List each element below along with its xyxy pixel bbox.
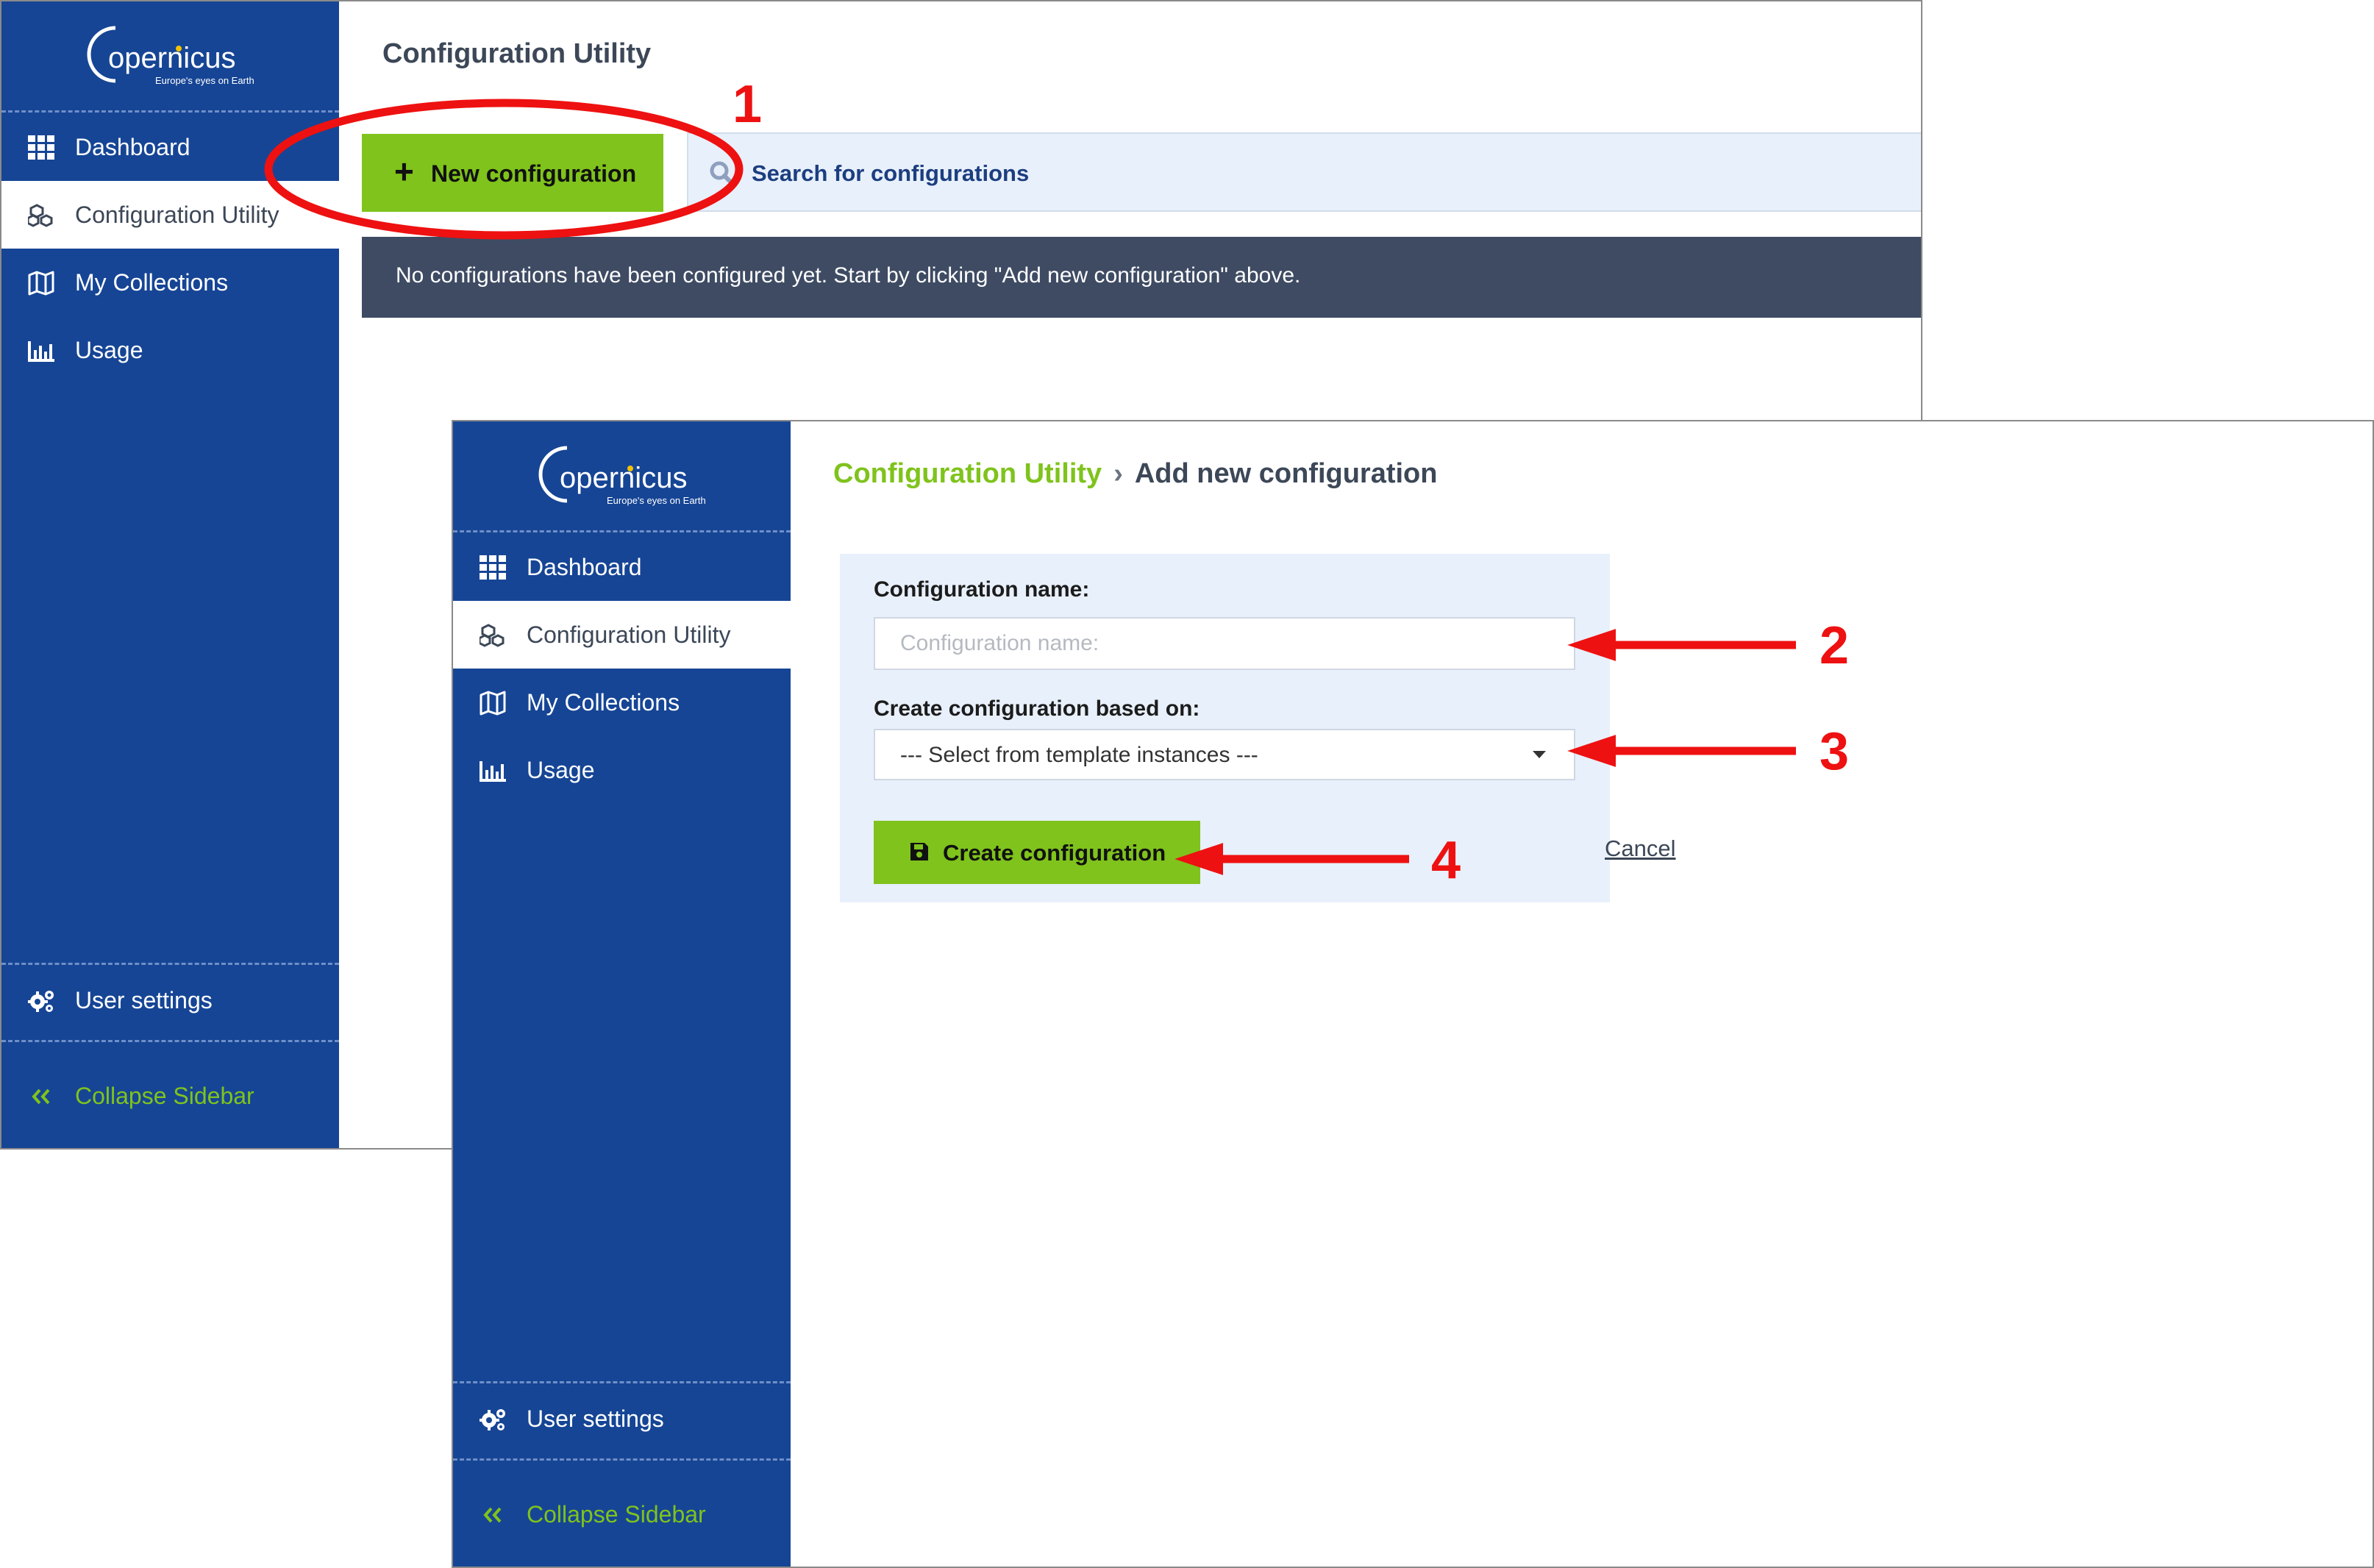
search-icon (710, 161, 734, 185)
double-chevron-left-icon (483, 1507, 502, 1523)
collapse-sidebar-button[interactable]: Collapse Sidebar (453, 1480, 791, 1548)
double-chevron-left-icon (32, 1088, 50, 1105)
sidebar-item-dashboard[interactable]: Dashboard (453, 533, 791, 601)
step-number-4: 4 (1431, 831, 1461, 890)
configuration-name-input[interactable] (874, 617, 1575, 670)
template-select-value: --- Select from template instances --- (900, 743, 1258, 767)
breadcrumb: Configuration Utility › Add new configurat… (833, 458, 1437, 490)
sidebar-item-usage[interactable]: Usage (453, 736, 791, 804)
sidebar-item-label: My Collections (527, 689, 680, 716)
collapse-sidebar-button[interactable]: Collapse Sidebar (1, 1062, 339, 1130)
copernicus-logo: opernicus Europe's eyes on Earth (1, 1, 339, 113)
collapse-sidebar-label: Collapse Sidebar (75, 1083, 254, 1109)
add-configuration-window: opernicus Europe's eyes on Earth Dashboa… (452, 420, 2374, 1568)
grid-icon (480, 555, 506, 580)
sidebar-item-my-collections[interactable]: My Collections (453, 669, 791, 736)
map-icon (480, 691, 506, 716)
sidebar-item-configuration-utility[interactable]: Configuration Utility (453, 601, 791, 669)
copernicus-logo-icon: opernicus Europe's eyes on Earth (538, 446, 706, 506)
empty-state-message: No configurations have been configured y… (362, 237, 1921, 318)
sidebar-divider (1, 1040, 339, 1042)
logo-wordmark: opernicus (560, 462, 687, 494)
cancel-link[interactable]: Cancel (1605, 835, 1676, 862)
copernicus-logo: opernicus Europe's eyes on Earth (453, 421, 791, 532)
new-configuration-button[interactable]: + New configuration (362, 134, 663, 212)
sidebar-divider (1, 963, 339, 965)
configuration-name-label: Configuration name: (874, 577, 1090, 602)
sidebar-item-user-settings[interactable]: User settings (453, 1385, 791, 1453)
save-icon (910, 843, 928, 860)
search-placeholder: Search for configurations (752, 160, 1030, 186)
sidebar: opernicus Europe's eyes on Earth Dashboa… (1, 1, 339, 1148)
copernicus-logo-icon: opernicus Europe's eyes on Earth (87, 26, 254, 86)
create-configuration-button[interactable]: Create configuration (874, 821, 1200, 884)
sidebar-item-label: User settings (527, 1405, 664, 1432)
cubes-icon (480, 624, 505, 647)
gears-icon (28, 991, 54, 1012)
based-on-label: Create configuration based on: (874, 696, 1200, 721)
sidebar-item-label: Usage (527, 757, 595, 783)
new-configuration-label: New configuration (431, 160, 637, 187)
step-number-2: 2 (1819, 616, 1850, 675)
sidebar: opernicus Europe's eyes on Earth Dashboa… (453, 421, 791, 1567)
cubes-icon (28, 204, 53, 227)
logo-tagline: Europe's eyes on Earth (155, 75, 254, 86)
sidebar-item-label: My Collections (75, 269, 229, 296)
breadcrumb-separator-icon: › (1113, 458, 1123, 489)
grid-icon (28, 135, 54, 160)
step-number-3: 3 (1819, 722, 1850, 781)
logo-wordmark: opernicus (108, 42, 235, 74)
breadcrumb-configuration-utility-link[interactable]: Configuration Utility (833, 458, 1102, 489)
add-configuration-form: Configuration name: Create configuration… (840, 554, 1676, 902)
search-input[interactable]: Search for configurations (687, 132, 1921, 212)
sidebar-item-label: Dashboard (75, 134, 190, 160)
caret-down-icon (1533, 751, 1546, 758)
template-select[interactable]: --- Select from template instances --- (874, 729, 1575, 780)
step-number-1: 1 (732, 75, 763, 134)
collapse-sidebar-label: Collapse Sidebar (527, 1501, 706, 1528)
logo-tagline: Europe's eyes on Earth (607, 495, 706, 506)
sidebar-item-configuration-utility[interactable]: Configuration Utility (1, 181, 339, 249)
page-title: Configuration Utility (382, 38, 652, 69)
breadcrumb-current: Add new configuration (1134, 458, 1438, 489)
bar-chart-icon (480, 761, 506, 782)
gears-icon (480, 1409, 505, 1430)
sidebar-item-dashboard[interactable]: Dashboard (1, 113, 339, 181)
sidebar-item-label: Configuration Utility (75, 202, 279, 228)
bar-chart-icon (28, 341, 54, 362)
plus-icon: + (394, 152, 414, 190)
sidebar-item-label: Configuration Utility (527, 621, 731, 648)
sidebar-item-my-collections[interactable]: My Collections (1, 249, 339, 316)
sidebar-item-label: User settings (75, 987, 213, 1013)
sidebar-item-label: Dashboard (527, 554, 642, 580)
create-configuration-label: Create configuration (943, 840, 1166, 866)
sidebar-item-user-settings[interactable]: User settings (1, 966, 339, 1034)
sidebar-item-label: Usage (75, 337, 143, 363)
sidebar-divider (453, 1458, 791, 1461)
sidebar-item-usage[interactable]: Usage (1, 316, 339, 384)
sidebar-divider (453, 1381, 791, 1383)
map-icon (28, 271, 54, 296)
